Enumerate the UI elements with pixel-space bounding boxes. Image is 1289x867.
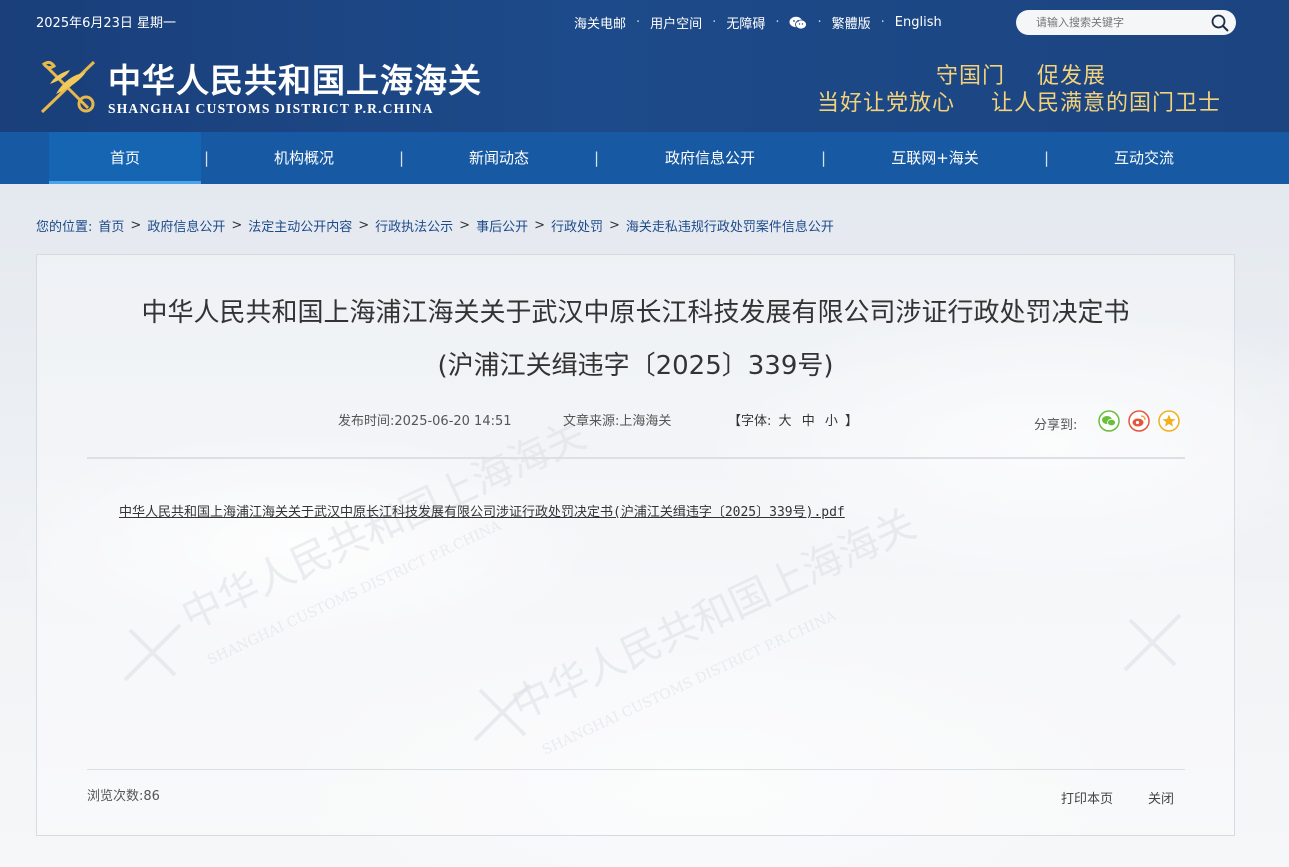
breadcrumb-separator: >: [609, 218, 620, 233]
font-small-button[interactable]: 小: [825, 414, 838, 429]
customs-emblem-icon: [40, 60, 96, 114]
nav-item-news[interactable]: 新闻动态: [445, 132, 553, 184]
nav-separator: |: [821, 149, 827, 167]
print-page-button[interactable]: 打印本页: [1061, 788, 1113, 807]
font-size-label: 【字体:: [728, 414, 772, 429]
nav-separator: |: [1044, 149, 1050, 167]
current-date: 2025年6月23日 星期一: [36, 16, 177, 31]
breadcrumb-separator: >: [534, 218, 545, 233]
breadcrumb-statutory-content[interactable]: 法定主动公开内容: [248, 216, 352, 235]
breadcrumb-penalty-cases[interactable]: 海关走私违规行政处罚案件信息公开: [626, 216, 834, 235]
search-icon[interactable]: [1210, 13, 1230, 33]
article-subtitle: (沪浦江关缉违字〔2025〕339号): [437, 351, 834, 381]
footer-divider: [87, 769, 1185, 770]
font-large-button[interactable]: 大: [779, 414, 792, 429]
english-link[interactable]: English: [895, 15, 942, 30]
wechat-share-icon[interactable]: [1098, 410, 1120, 432]
slogan-line-2: 当好让党放心 让人民满意的国门卫士: [817, 85, 1221, 117]
link-separator: ·: [817, 15, 822, 30]
top-links: 海关电邮 · 用户空间 · 无障碍 · · 繁體版 · English: [574, 13, 942, 32]
nav-separator: |: [204, 149, 210, 167]
site-logo-subtitle: SHANGHAI CUSTOMS DISTRICT P.R.CHINA: [108, 101, 434, 116]
site-logo-title[interactable]: 中华人民共和国上海海关: [108, 54, 482, 102]
link-separator: ·: [775, 15, 780, 30]
traditional-chinese-link[interactable]: 繁體版: [832, 13, 871, 32]
font-medium-button[interactable]: 中: [802, 414, 815, 429]
breadcrumb-home[interactable]: 首页: [98, 216, 124, 235]
nav-item-interaction[interactable]: 互动交流: [1090, 132, 1198, 184]
breadcrumb-post-disclosure[interactable]: 事后公开: [476, 216, 528, 235]
user-space-link[interactable]: 用户空间: [650, 13, 702, 32]
nav-item-gov-info[interactable]: 政府信息公开: [640, 132, 780, 184]
search-box: [1016, 10, 1236, 35]
article-container: [36, 254, 1235, 836]
nav-item-home[interactable]: 首页: [49, 132, 201, 184]
search-input[interactable]: [1016, 10, 1208, 35]
nav-separator: |: [399, 149, 405, 167]
font-size-control: 【字体: 大 中 小 】: [728, 410, 858, 429]
article-source: 文章来源:上海海关: [563, 414, 672, 429]
slogan-text: 让人民满意的国门卫士: [991, 91, 1222, 116]
favorite-share-icon[interactable]: [1158, 410, 1180, 432]
site-header: 2025年6月23日 星期一 海关电邮 · 用户空间 · 无障碍 · · 繁體版…: [0, 0, 1289, 132]
breadcrumb-gov-info[interactable]: 政府信息公开: [147, 216, 225, 235]
breadcrumb-separator: >: [231, 218, 243, 233]
breadcrumb-separator: >: [130, 218, 142, 233]
weibo-share-icon[interactable]: [1128, 410, 1150, 432]
article-title: 中华人民共和国上海浦江海关关于武汉中原长江科技发展有限公司涉证行政处罚决定书: [141, 298, 1130, 328]
breadcrumb-penalty[interactable]: 行政处罚: [551, 216, 603, 235]
breadcrumb-separator: >: [459, 218, 471, 233]
breadcrumb: 您的位置: 首页 > 政府信息公开 > 法定主动公开内容 > 行政执法公示 > …: [36, 216, 834, 235]
breadcrumb-enforcement[interactable]: 行政执法公示: [375, 216, 453, 235]
font-size-end: 】: [845, 414, 859, 429]
close-page-button[interactable]: 关闭: [1148, 788, 1174, 807]
nav-item-organization[interactable]: 机构概况: [250, 132, 358, 184]
wechat-icon[interactable]: [789, 16, 808, 30]
breadcrumb-label: 您的位置:: [36, 220, 93, 235]
main-nav: 首页 | 机构概况 | 新闻动态 | 政府信息公开 | 互联网+海关 | 互动交…: [0, 132, 1289, 184]
customs-email-link[interactable]: 海关电邮: [574, 13, 626, 32]
slogan-text: 当好让党放心: [817, 91, 956, 116]
link-separator: ·: [636, 15, 641, 30]
view-count: 浏览次数:86: [87, 789, 160, 804]
pdf-attachment-link[interactable]: 中华人民共和国上海浦江海关关于武汉中原长江科技发展有限公司涉证行政处罚决定书(沪…: [119, 501, 845, 520]
link-separator: ·: [880, 15, 885, 30]
accessibility-link[interactable]: 无障碍: [726, 13, 765, 32]
breadcrumb-separator: >: [358, 218, 370, 233]
publish-time: 发布时间:2025-06-20 14:51: [338, 414, 512, 429]
header-divider: [87, 457, 1185, 459]
nav-separator: |: [594, 149, 600, 167]
share-label: 分享到:: [1034, 418, 1078, 433]
link-separator: ·: [712, 15, 717, 30]
nav-item-internet-customs[interactable]: 互联网+海关: [870, 132, 1000, 184]
